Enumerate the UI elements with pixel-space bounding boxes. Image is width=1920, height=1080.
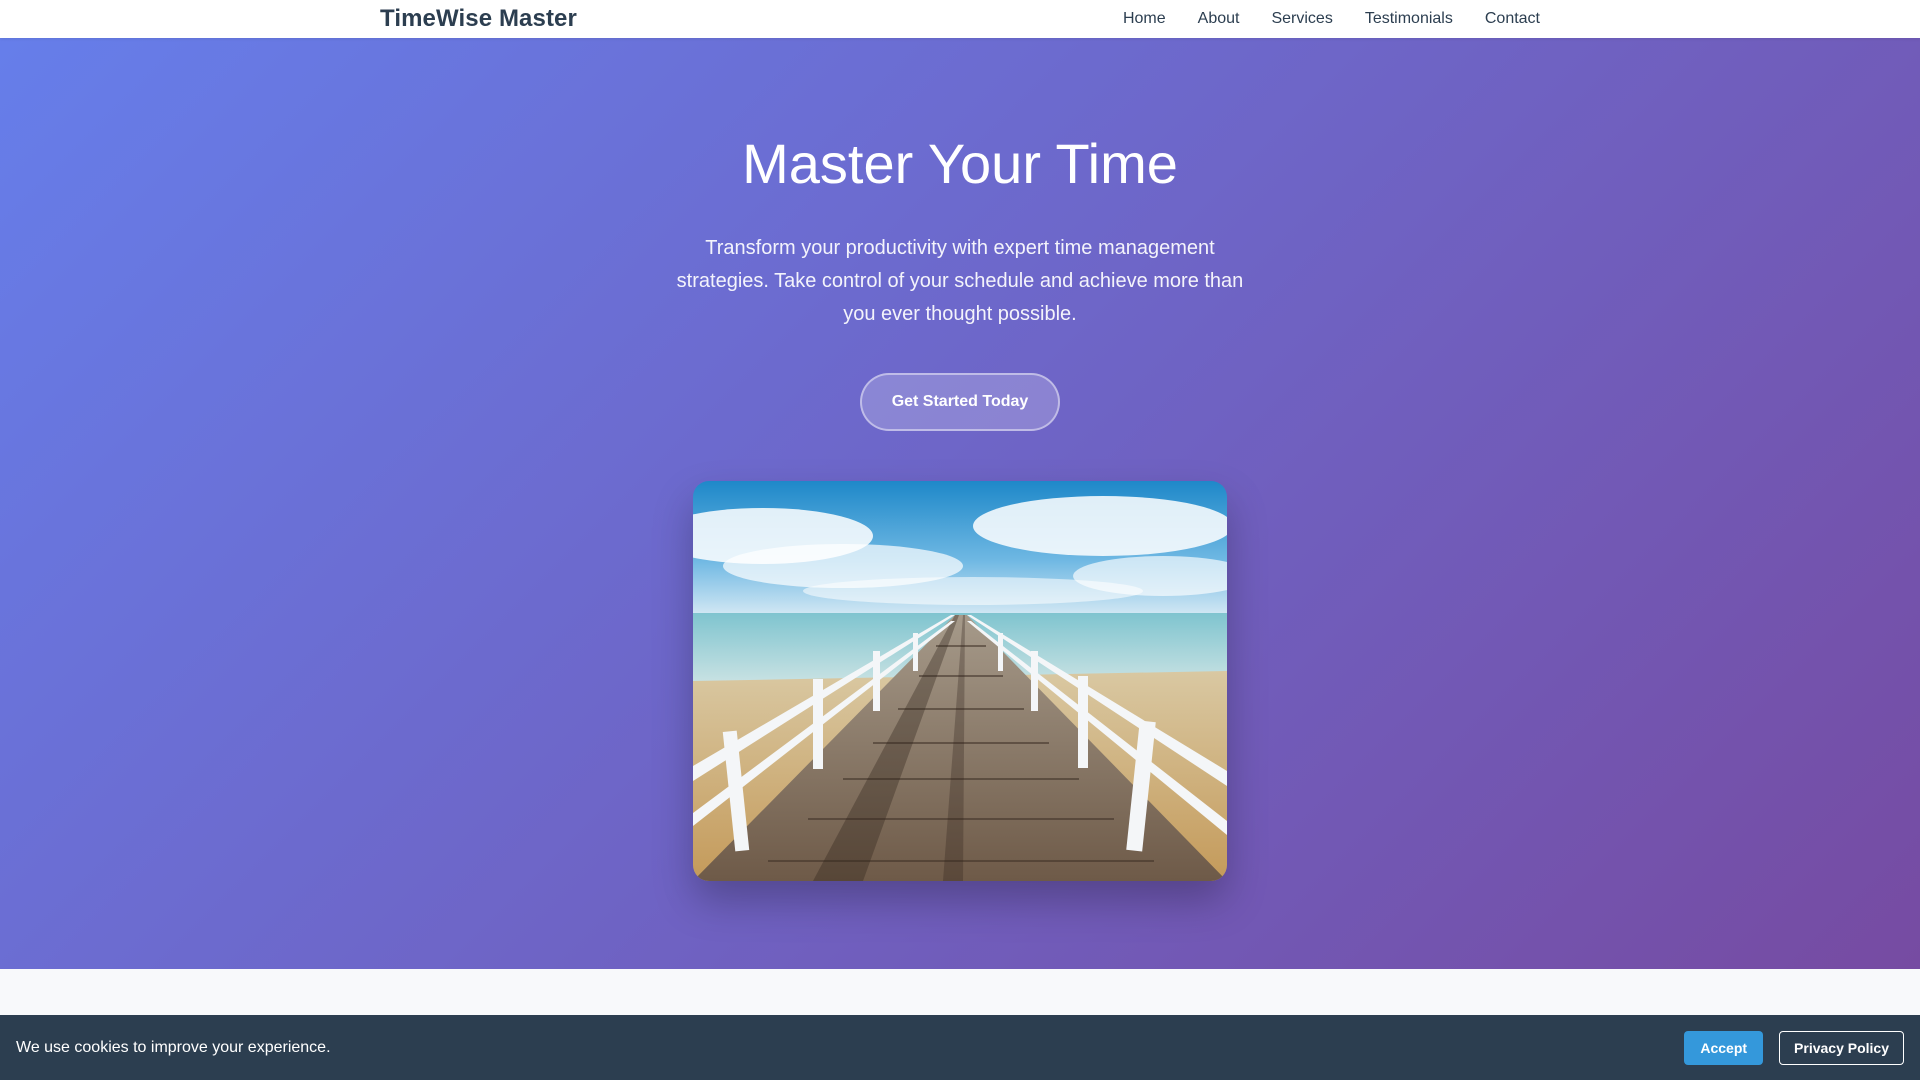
- hero-subtitle: Transform your productivity with expert …: [676, 237, 1244, 325]
- cookie-banner: We use cookies to improve your experienc…: [0, 1015, 1920, 1080]
- content-section: [0, 969, 1920, 1015]
- pier-illustration: [693, 481, 1227, 881]
- navbar-container: TimeWise Master Home About Services Test…: [380, 0, 1540, 38]
- nav-link-home[interactable]: Home: [1123, 10, 1166, 28]
- nav-link-contact[interactable]: Contact: [1485, 10, 1540, 28]
- hero-section: Master Your Time Transform your producti…: [0, 38, 1920, 969]
- nav-link-about[interactable]: About: [1198, 10, 1240, 28]
- cookie-actions: Accept Privacy Policy: [1684, 1030, 1904, 1065]
- top-navbar: TimeWise Master Home About Services Test…: [0, 0, 1920, 38]
- privacy-policy-button[interactable]: Privacy Policy: [1779, 1030, 1904, 1065]
- nav-link-testimonials[interactable]: Testimonials: [1365, 10, 1453, 28]
- nav-link-services[interactable]: Services: [1271, 10, 1332, 28]
- nav-links: Home About Services Testimonials Contact: [1123, 10, 1540, 28]
- get-started-button[interactable]: Get Started Today: [860, 373, 1060, 431]
- hero-image-pier: [693, 481, 1227, 881]
- brand-logo[interactable]: TimeWise Master: [380, 5, 577, 33]
- hero-title: Master Your Time: [742, 132, 1178, 195]
- cookie-message: We use cookies to improve your experienc…: [16, 1038, 331, 1056]
- accept-cookies-button[interactable]: Accept: [1684, 1030, 1764, 1065]
